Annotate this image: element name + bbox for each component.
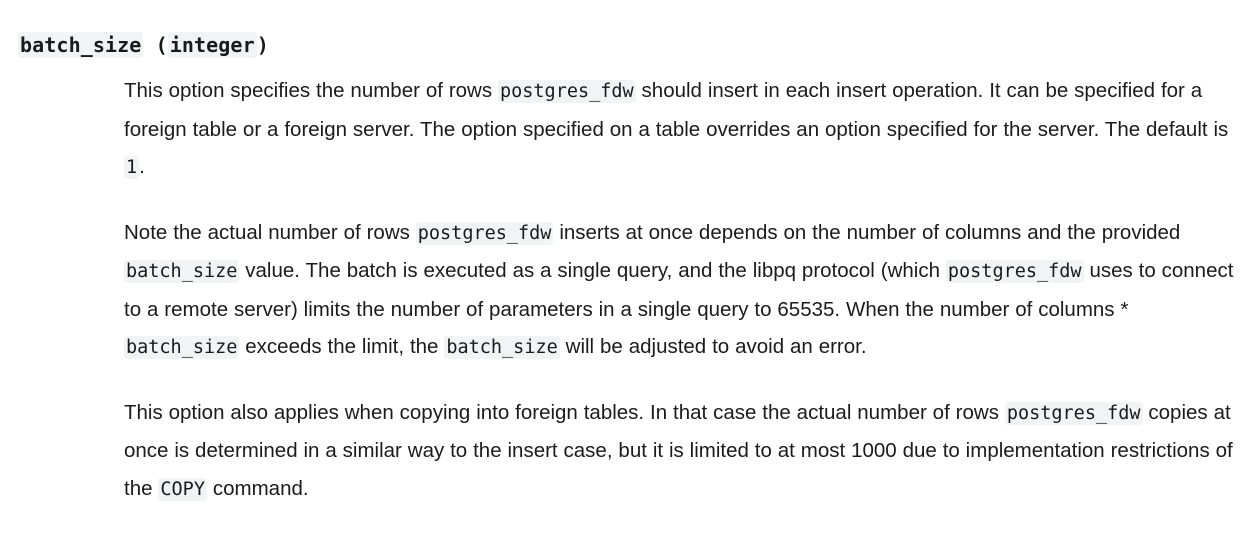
text-run: . <box>139 155 145 178</box>
code-span: postgres_fdw <box>945 260 1084 283</box>
text-run: command. <box>206 476 309 500</box>
code-span: postgres_fdw <box>498 80 636 103</box>
code-span: postgres_fdw <box>415 221 554 245</box>
code-span: COPY <box>158 477 207 501</box>
text-run: will be adjusted to avoid an error. <box>559 335 867 358</box>
documentation-page: batch_size (integer) This option specifi… <box>0 0 1260 552</box>
text-run: exceeds the limit, the <box>239 335 445 358</box>
text-run: This option also applies when copying in… <box>124 400 1005 424</box>
red-underline-annotation: limits the number of parameters in a sin… <box>303 297 841 322</box>
paragraph-1: This option specifies the number of rows… <box>124 72 1244 187</box>
text-run: inserts at once depends on the number of… <box>553 220 1181 244</box>
code-span: postgres_fdw <box>1004 401 1143 425</box>
text-run: Note the actual number of rows <box>124 220 416 244</box>
option-name: batch_size <box>18 32 144 59</box>
page-title: batch_size (integer) <box>18 31 269 60</box>
option-type: integer <box>167 32 257 59</box>
code-span: 1 <box>124 156 140 179</box>
paren-open: ( <box>143 33 168 58</box>
paragraph-3: This option also applies when copying in… <box>124 394 1244 509</box>
paragraph-2: Note the actual number of rows postgres_… <box>124 214 1244 367</box>
text-run: This option specifies the number of rows <box>124 79 498 102</box>
option-description: This option specifies the number of rows… <box>124 72 1244 508</box>
code-span: batch_size <box>124 260 240 283</box>
code-span: batch_size <box>444 336 560 359</box>
code-span: batch_size <box>124 336 240 359</box>
text-run: should insert in each <box>635 79 837 102</box>
paren-close: ) <box>256 33 269 58</box>
red-underline-annotation: insert operation. <box>836 79 984 103</box>
text-run: value. The batch is executed as a single… <box>239 259 946 282</box>
text-run: When the number of columns * <box>840 297 1129 321</box>
